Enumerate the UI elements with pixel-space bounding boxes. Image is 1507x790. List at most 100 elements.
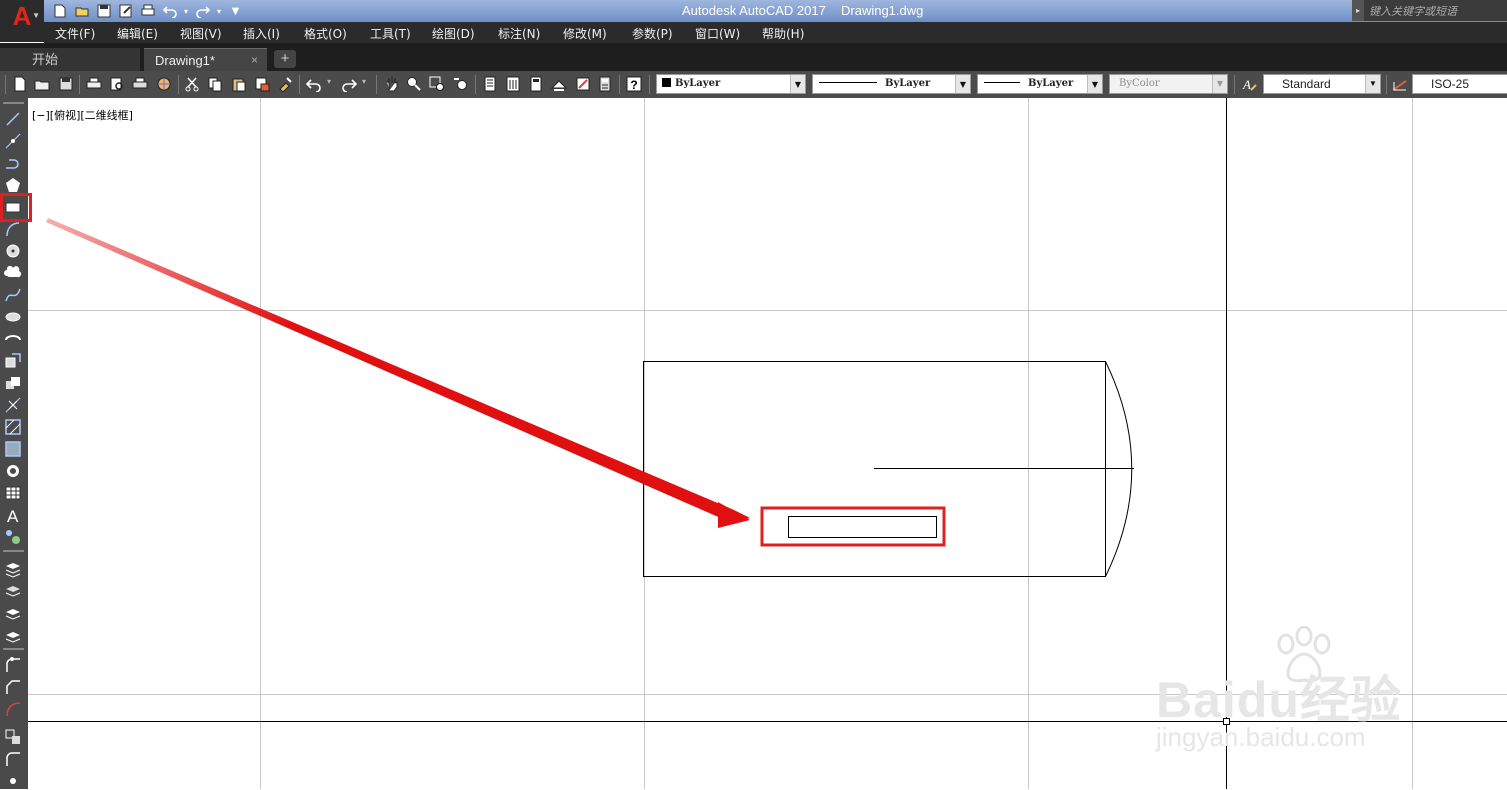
layer-properties-icon[interactable] bbox=[4, 560, 22, 578]
layer-states-icon[interactable] bbox=[4, 582, 22, 600]
layer-isolate-icon[interactable] bbox=[4, 626, 22, 644]
menu-insert[interactable]: 插入(I) bbox=[243, 25, 280, 42]
circle-icon[interactable] bbox=[4, 242, 22, 260]
dimension-style-select[interactable]: ISO-25 bbox=[1412, 74, 1507, 94]
new-icon[interactable] bbox=[50, 2, 69, 20]
sheet-set-manager-icon[interactable] bbox=[551, 76, 567, 92]
tab-start[interactable]: 开始 bbox=[0, 48, 140, 71]
line-icon[interactable] bbox=[4, 110, 22, 128]
toolbar-separator bbox=[1386, 75, 1387, 94]
construction-line-icon[interactable] bbox=[4, 132, 22, 150]
group-icon[interactable] bbox=[4, 728, 22, 746]
menu-modify[interactable]: 修改(M) bbox=[563, 25, 607, 42]
customize-qat-icon[interactable]: ▼ bbox=[226, 2, 245, 20]
redo-icon[interactable] bbox=[341, 76, 357, 92]
insert-block-icon[interactable] bbox=[4, 352, 22, 370]
dimension-style-icon[interactable] bbox=[1392, 76, 1408, 92]
help-icon[interactable]: ? bbox=[626, 76, 642, 92]
ellipse-arc-icon[interactable] bbox=[4, 330, 22, 348]
paste-icon[interactable] bbox=[231, 76, 247, 92]
copy-icon[interactable] bbox=[207, 76, 223, 92]
plot-icon[interactable] bbox=[86, 76, 102, 92]
undo-icon[interactable] bbox=[160, 2, 179, 20]
match-properties-icon[interactable] bbox=[277, 76, 293, 92]
zoom-previous-icon[interactable] bbox=[453, 76, 469, 92]
gradient-icon[interactable] bbox=[4, 440, 22, 458]
viewport-controls[interactable]: [−][俯视][二维线框] bbox=[32, 107, 133, 123]
save-as-icon[interactable] bbox=[116, 2, 135, 20]
chamfer-icon[interactable] bbox=[4, 678, 22, 696]
print-icon[interactable] bbox=[138, 2, 157, 20]
cut-icon[interactable] bbox=[184, 76, 200, 92]
new-tab-button[interactable]: + bbox=[274, 50, 296, 68]
fillet-icon[interactable] bbox=[4, 656, 22, 674]
polyline-icon[interactable] bbox=[4, 154, 22, 172]
more-tools-icon[interactable] bbox=[4, 772, 22, 790]
close-icon[interactable]: × bbox=[251, 49, 258, 72]
menu-tools[interactable]: 工具(T) bbox=[370, 25, 411, 42]
toolbar-grip[interactable] bbox=[5, 75, 6, 94]
revision-cloud-icon[interactable] bbox=[4, 264, 22, 282]
ungroup-icon[interactable] bbox=[4, 750, 22, 768]
3d-dwf-icon[interactable] bbox=[156, 76, 172, 92]
menu-dimension[interactable]: 标注(N) bbox=[498, 25, 540, 42]
multiline-text-icon[interactable]: A bbox=[4, 506, 22, 524]
point-icon[interactable] bbox=[4, 396, 22, 414]
add-selected-icon[interactable] bbox=[4, 528, 22, 546]
ellipse-icon[interactable] bbox=[4, 308, 22, 326]
tool-palettes-icon[interactable] bbox=[528, 76, 544, 92]
menu-edit[interactable]: 编辑(E) bbox=[117, 25, 158, 42]
undo-icon[interactable] bbox=[306, 76, 322, 92]
menu-parametric[interactable]: 参数(P) bbox=[632, 25, 673, 42]
undo-dropdown-icon[interactable]: ▾ bbox=[182, 2, 190, 20]
drawing-canvas[interactable]: [−][俯视][二维线框] Baidu经验 jingyan.baidu.com bbox=[28, 98, 1507, 789]
new-icon[interactable] bbox=[12, 76, 28, 92]
tab-drawing1[interactable]: Drawing1* × bbox=[144, 48, 267, 71]
lineweight-select[interactable]: ByLayer ▼ bbox=[977, 74, 1103, 94]
table-icon[interactable] bbox=[4, 484, 22, 502]
redo-dropdown-icon[interactable]: ▾ bbox=[362, 77, 366, 86]
toolbar-grip[interactable] bbox=[3, 102, 24, 104]
menu-file[interactable]: 文件(F) bbox=[55, 25, 95, 42]
text-style-select[interactable]: Standard ▼ bbox=[1263, 74, 1381, 94]
save-icon[interactable] bbox=[94, 2, 113, 20]
menu-window[interactable]: 窗口(W) bbox=[695, 25, 740, 42]
region-icon[interactable] bbox=[4, 462, 22, 480]
menu-help[interactable]: 帮助(H) bbox=[762, 25, 804, 42]
undo-dropdown-icon[interactable]: ▾ bbox=[327, 77, 331, 86]
hatch-icon[interactable] bbox=[4, 418, 22, 436]
open-icon[interactable] bbox=[34, 76, 50, 92]
redo-icon[interactable] bbox=[193, 2, 212, 20]
quickcalc-icon[interactable] bbox=[597, 76, 613, 92]
redo-dropdown-icon[interactable]: ▾ bbox=[215, 2, 223, 20]
properties-icon[interactable] bbox=[482, 76, 498, 92]
zoom-window-icon[interactable] bbox=[429, 76, 445, 92]
arc-icon[interactable] bbox=[4, 220, 22, 238]
pan-icon[interactable] bbox=[384, 76, 400, 92]
paste-block-icon[interactable] bbox=[254, 76, 270, 92]
blend-curves-icon[interactable] bbox=[4, 700, 22, 718]
application-menu-button[interactable]: A ▼ bbox=[0, 0, 44, 42]
polygon-icon[interactable] bbox=[4, 176, 22, 194]
toolbar-grip[interactable] bbox=[3, 648, 24, 650]
menu-format[interactable]: 格式(O) bbox=[304, 25, 347, 42]
linetype-select[interactable]: ByLayer ▼ bbox=[812, 74, 971, 94]
search-input[interactable]: ▸ 键入关键字或短语 bbox=[1352, 0, 1507, 21]
spline-icon[interactable] bbox=[4, 286, 22, 304]
toolbar-grip[interactable] bbox=[3, 550, 24, 552]
text-style-icon[interactable]: A bbox=[1241, 76, 1257, 92]
menu-view[interactable]: 视图(V) bbox=[180, 25, 222, 42]
design-center-icon[interactable] bbox=[505, 76, 521, 92]
publish-icon[interactable] bbox=[132, 76, 148, 92]
watermark: Baidu经验 jingyan.baidu.com bbox=[1156, 626, 1456, 756]
make-block-icon[interactable] bbox=[4, 374, 22, 392]
markup-set-manager-icon[interactable] bbox=[575, 76, 591, 92]
search-expand-icon[interactable]: ▸ bbox=[1352, 0, 1364, 21]
save-icon[interactable] bbox=[58, 76, 74, 92]
plot-preview-icon[interactable] bbox=[109, 76, 125, 92]
zoom-realtime-icon[interactable] bbox=[406, 76, 422, 92]
open-icon[interactable] bbox=[72, 2, 91, 20]
layer-previous-icon[interactable] bbox=[4, 604, 22, 622]
menu-draw[interactable]: 绘图(D) bbox=[432, 25, 475, 42]
layer-color-select[interactable]: ByLayer ▼ bbox=[656, 74, 806, 94]
